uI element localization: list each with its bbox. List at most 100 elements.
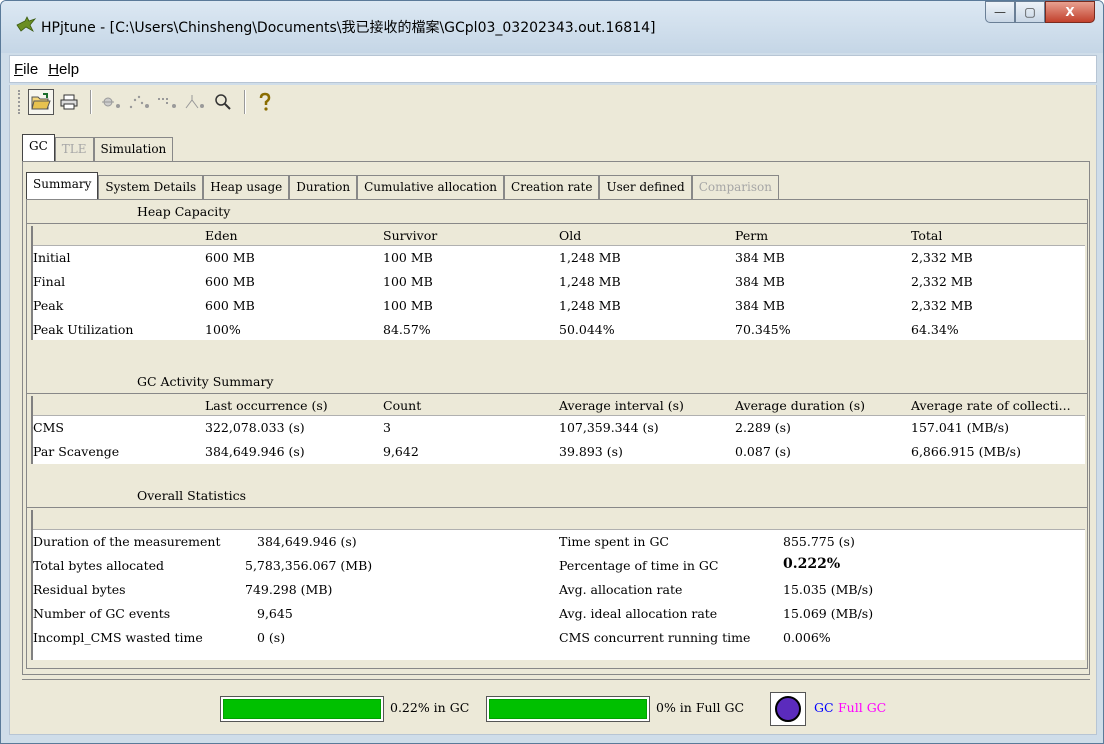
cell: 50.044%: [559, 322, 615, 337]
heap-capacity-title: Heap Capacity: [137, 204, 231, 219]
app-window: HPjtune - [C:\Users\Chinsheng\Documents\…: [0, 0, 1104, 744]
cell: 322,078.033 (s): [205, 420, 305, 435]
stat-value: 9,645: [257, 606, 293, 621]
help-button[interactable]: [252, 89, 278, 115]
heap-capacity-header: Heap Capacity: [27, 200, 1087, 224]
row-label: Par Scavenge: [33, 444, 120, 459]
table-row[interactable]: Initial 600 MB 100 MB 1,248 MB 384 MB 2,…: [33, 248, 1085, 272]
stats-header-strip: [33, 510, 1085, 530]
cell: 600 MB: [205, 250, 255, 265]
table-row[interactable]: CMS 322,078.033 (s) 3 107,359.344 (s) 2.…: [33, 418, 1085, 442]
window-title: HPjtune - [C:\Users\Chinsheng\Documents\…: [41, 20, 656, 36]
stat-label: Percentage of time in GC: [559, 558, 719, 573]
tab-summary[interactable]: Summary: [26, 172, 99, 199]
stat-value: 855.775 (s): [783, 534, 855, 549]
gc-pie-indicator[interactable]: [770, 692, 806, 726]
cell: 6,866.915 (MB/s): [911, 444, 1021, 459]
row-label: CMS: [33, 420, 64, 435]
tab-heap-usage[interactable]: Heap usage: [203, 175, 290, 199]
table-row[interactable]: Peak Utilization 100% 84.57% 50.044% 70.…: [33, 320, 1085, 344]
zoom-button[interactable]: [210, 89, 236, 115]
tab-user-defined[interactable]: User defined: [599, 175, 692, 199]
cell: 100 MB: [383, 250, 433, 265]
stat-label: CMS concurrent running time: [559, 630, 751, 645]
col-last-occurrence: Last occurrence (s): [205, 398, 328, 413]
full-gc-progress-bar: [486, 696, 650, 722]
close-icon: X: [1065, 5, 1075, 19]
maximize-icon: ▢: [1024, 5, 1036, 19]
menu-file[interactable]: File: [14, 61, 38, 78]
gc-progress-bar: [220, 696, 384, 722]
open-button[interactable]: [28, 89, 54, 115]
scatter-bars-button[interactable]: [154, 89, 180, 115]
cell: 600 MB: [205, 298, 255, 313]
scatter-dots-button[interactable]: [98, 89, 124, 115]
tab-duration[interactable]: Duration: [289, 175, 358, 199]
title-bar: HPjtune - [C:\Users\Chinsheng\Documents\…: [1, 1, 1103, 53]
cell: 600 MB: [205, 274, 255, 289]
menu-file-mnemonic: F: [14, 60, 24, 78]
cell: 39.893 (s): [559, 444, 623, 459]
cell: 157.041 (MB/s): [911, 420, 1010, 435]
cell: 384 MB: [735, 298, 785, 313]
gc-progress-fill: [223, 699, 381, 719]
stat-value: 15.035 (MB/s): [783, 582, 874, 597]
tab-comparison[interactable]: Comparison: [691, 175, 779, 199]
gc-activity-table: Last occurrence (s) Count Average interv…: [31, 396, 1085, 464]
toolbar-separator-2: [244, 90, 246, 114]
cell: 100 MB: [383, 298, 433, 313]
tab-cumulative-allocation[interactable]: Cumulative allocation: [357, 175, 505, 199]
stat-label: Incompl_CMS wasted time: [33, 630, 203, 645]
tab-gc[interactable]: GC: [22, 134, 55, 161]
cell: 384 MB: [735, 250, 785, 265]
toolbar-grip[interactable]: [18, 90, 22, 114]
col-count: Count: [383, 398, 422, 413]
menu-help-label: elp: [59, 60, 80, 78]
scatter-line-button[interactable]: [126, 89, 152, 115]
summary-panel: Heap Capacity Eden Survivor Old Perm Tot…: [26, 199, 1088, 669]
section-spacer: [27, 466, 1087, 484]
overall-statistics-title: Overall Statistics: [137, 488, 247, 503]
stat-label: Total bytes allocated: [33, 558, 165, 573]
cell: 84.57%: [383, 322, 431, 337]
tab-simulation[interactable]: Simulation: [93, 137, 174, 161]
table-row[interactable]: Final 600 MB 100 MB 1,248 MB 384 MB 2,33…: [33, 272, 1085, 296]
gc-activity-column-header: Last occurrence (s) Count Average interv…: [33, 396, 1085, 416]
tab-creation-rate[interactable]: Creation rate: [504, 175, 600, 199]
menu-bar: File Help: [9, 55, 1097, 83]
maximize-button[interactable]: ▢: [1015, 1, 1045, 23]
close-button[interactable]: X: [1045, 1, 1095, 23]
table-row[interactable]: Peak 600 MB 100 MB 1,248 MB 384 MB 2,332…: [33, 296, 1085, 320]
inner-tab-bar: Summary System Details Heap usage Durati…: [26, 172, 779, 199]
col-old: Old: [559, 228, 582, 243]
heap-capacity-column-header: Eden Survivor Old Perm Total: [33, 226, 1085, 246]
tab-system-details[interactable]: System Details: [98, 175, 204, 199]
overall-statistics-box: Duration of the measurement 384,649.946 …: [31, 510, 1085, 660]
print-button[interactable]: [56, 89, 82, 115]
cell: 384 MB: [735, 274, 785, 289]
cell: 9,642: [383, 444, 419, 459]
gc-activity-header: GC Activity Summary: [27, 370, 1087, 394]
stat-value: 749.298 (MB): [245, 582, 333, 597]
row-label: Initial: [33, 250, 71, 265]
menu-help[interactable]: Help: [48, 61, 79, 78]
print-icon: [60, 94, 78, 110]
stat-value: 0.006%: [783, 630, 831, 645]
outer-tab-bar: GC TLE Simulation: [22, 134, 174, 161]
gc-progress-label: 0.22% in GC: [390, 700, 470, 715]
minimize-button[interactable]: —: [985, 1, 1015, 23]
cell: 0.087 (s): [735, 444, 791, 459]
gc-pie-icon: [775, 696, 801, 722]
zoom-icon: [215, 94, 231, 110]
tab-tle[interactable]: TLE: [54, 137, 94, 161]
scatter-bars-icon: [158, 98, 176, 108]
axis-plot-button[interactable]: [182, 89, 208, 115]
scatter-dots-icon: [102, 97, 120, 108]
cell: 2,332 MB: [911, 298, 973, 313]
cell: 1,248 MB: [559, 298, 621, 313]
stat-label: Time spent in GC: [559, 534, 669, 549]
scatter-line-icon: [129, 95, 149, 109]
table-row[interactable]: Par Scavenge 384,649.946 (s) 9,642 39.89…: [33, 442, 1085, 466]
menu-file-label: ile: [23, 60, 39, 78]
main-content: GC TLE Simulation Summary System Details…: [9, 119, 1097, 735]
